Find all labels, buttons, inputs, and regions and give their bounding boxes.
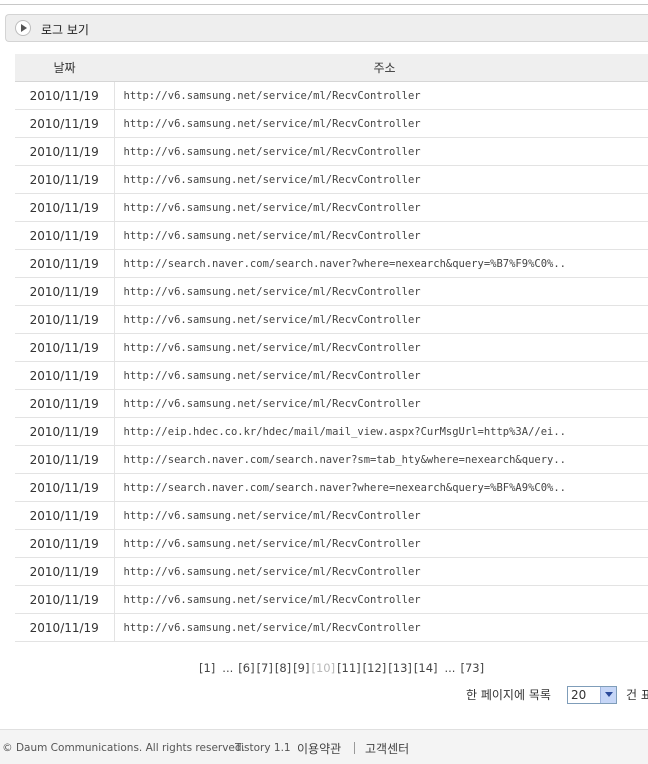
table-row: 2010/11/19 http://search.naver.com/search… [15, 249, 648, 278]
pagination: [1]... [6] [7] [8] [9] [10] [11] [12] [13] [14]..… [199, 661, 486, 675]
page-link[interactable]: [6] [238, 661, 254, 675]
row-url-link[interactable]: http://search.naver.com/search.naver?whe… [114, 249, 648, 278]
row-url-link[interactable]: http://v6.samsung.net/service/ml/RecvCon… [114, 193, 648, 222]
table-row: 2010/11/19 http://v6.samsung.net/service/… [15, 557, 648, 586]
row-url-link[interactable]: http://v6.samsung.net/service/ml/RecvCon… [114, 221, 648, 250]
row-date: 2010/11/19 [15, 249, 115, 278]
row-date: 2010/11/19 [15, 137, 115, 166]
per-page-value: 20 [571, 688, 587, 702]
top-divider [0, 0, 648, 5]
table-row: 2010/11/19 http://search.naver.com/search… [15, 445, 648, 474]
row-date: 2010/11/19 [15, 277, 115, 306]
row-url-link[interactable]: http://v6.samsung.net/service/ml/RecvCon… [114, 557, 648, 586]
row-date: 2010/11/19 [15, 193, 115, 222]
row-date: 2010/11/19 [15, 109, 115, 138]
copyright-text: ht © Daum Communications. All rights res… [0, 742, 245, 754]
log-table-body: 2010/11/19 http://v6.samsung.net/service/… [15, 81, 648, 642]
log-panel-header[interactable]: 로그 보기 [5, 14, 648, 42]
column-header-url: 주소 [114, 54, 648, 82]
page-link[interactable]: [8] [275, 661, 291, 675]
page-link[interactable]: [13] [388, 661, 412, 675]
row-date: 2010/11/19 [15, 501, 115, 530]
table-row: 2010/11/19 http://v6.samsung.net/service/… [15, 277, 648, 306]
row-url-link[interactable]: http://search.naver.com/search.naver?sm=… [114, 445, 648, 474]
page-link[interactable]: [7] [257, 661, 273, 675]
table-row: 2010/11/19 http://v6.samsung.net/service/… [15, 305, 648, 334]
page-link[interactable]: [1] [199, 661, 215, 675]
row-url-link[interactable]: http://v6.samsung.net/service/ml/RecvCon… [114, 585, 648, 614]
version-text: Tistory 1.1 [235, 742, 291, 754]
table-row: 2010/11/19 http://eip.hdec.co.kr/hdec/mai… [15, 417, 648, 446]
log-table: 날짜 주소 2010/11/19 http://v6.samsung.net/se… [15, 54, 648, 642]
footer-divider [354, 742, 355, 754]
page-link[interactable]: [73] [460, 661, 484, 675]
table-row: 2010/11/19 http://v6.samsung.net/service/… [15, 613, 648, 642]
table-row: 2010/11/19 http://v6.samsung.net/service/… [15, 193, 648, 222]
panel-title: 로그 보기 [41, 23, 89, 37]
page-ellipsis: ... [444, 661, 456, 675]
play-icon[interactable] [15, 20, 31, 36]
page-ellipsis: ... [222, 661, 234, 675]
row-date: 2010/11/19 [15, 585, 115, 614]
row-url-link[interactable]: http://v6.samsung.net/service/ml/RecvCon… [114, 137, 648, 166]
page-current: [10] [311, 661, 336, 675]
row-date: 2010/11/19 [15, 221, 115, 250]
row-date: 2010/11/19 [15, 557, 115, 586]
page-link[interactable]: [11] [337, 661, 361, 675]
page-link[interactable]: [12] [363, 661, 387, 675]
table-row: 2010/11/19 http://v6.samsung.net/service/… [15, 361, 648, 390]
page-link[interactable]: [9] [293, 661, 309, 675]
table-row: 2010/11/19 http://search.naver.com/search… [15, 473, 648, 502]
row-date: 2010/11/19 [15, 305, 115, 334]
row-date: 2010/11/19 [15, 445, 115, 474]
row-url-link[interactable]: http://v6.samsung.net/service/ml/RecvCon… [114, 501, 648, 530]
row-date: 2010/11/19 [15, 613, 115, 642]
footer: ht © Daum Communications. All rights res… [0, 729, 648, 764]
row-url-link[interactable]: http://v6.samsung.net/service/ml/RecvCon… [114, 109, 648, 138]
page-link[interactable]: [14] [414, 661, 438, 675]
row-date: 2010/11/19 [15, 165, 115, 194]
table-row: 2010/11/19 http://v6.samsung.net/service/… [15, 389, 648, 418]
row-url-link[interactable]: http://eip.hdec.co.kr/hdec/mail/mail_vie… [114, 417, 648, 446]
row-date: 2010/11/19 [15, 473, 115, 502]
support-link[interactable]: 고객센터 [365, 740, 409, 757]
row-url-link[interactable]: http://v6.samsung.net/service/ml/RecvCon… [114, 613, 648, 642]
row-date: 2010/11/19 [15, 361, 115, 390]
row-url-link[interactable]: http://v6.samsung.net/service/ml/RecvCon… [114, 305, 648, 334]
table-row: 2010/11/19 http://v6.samsung.net/service/… [15, 165, 648, 194]
row-date: 2010/11/19 [15, 333, 115, 362]
table-row: 2010/11/19 http://v6.samsung.net/service/… [15, 501, 648, 530]
row-url-link[interactable]: http://v6.samsung.net/service/ml/RecvCon… [114, 389, 648, 418]
terms-link[interactable]: 이용약관 [297, 740, 341, 757]
row-url-link[interactable]: http://v6.samsung.net/service/ml/RecvCon… [114, 277, 648, 306]
table-header-row: 날짜 주소 [15, 54, 648, 82]
row-date: 2010/11/19 [15, 81, 115, 110]
per-page-select[interactable]: 20 [567, 686, 617, 704]
column-header-date: 날짜 [15, 54, 114, 82]
table-row: 2010/11/19 http://v6.samsung.net/service/… [15, 137, 648, 166]
table-row: 2010/11/19 http://v6.samsung.net/service/… [15, 109, 648, 138]
table-row: 2010/11/19 http://v6.samsung.net/service/… [15, 333, 648, 362]
row-date: 2010/11/19 [15, 389, 115, 418]
row-url-link[interactable]: http://v6.samsung.net/service/ml/RecvCon… [114, 529, 648, 558]
row-date: 2010/11/19 [15, 529, 115, 558]
row-url-link[interactable]: http://search.naver.com/search.naver?whe… [114, 473, 648, 502]
row-url-link[interactable]: http://v6.samsung.net/service/ml/RecvCon… [114, 361, 648, 390]
row-url-link[interactable]: http://v6.samsung.net/service/ml/RecvCon… [114, 81, 648, 110]
chevron-down-icon[interactable] [600, 687, 616, 703]
per-page-unit: 건 표 [626, 688, 648, 702]
table-row: 2010/11/19 http://v6.samsung.net/service/… [15, 81, 648, 110]
table-row: 2010/11/19 http://v6.samsung.net/service/… [15, 221, 648, 250]
row-date: 2010/11/19 [15, 417, 115, 446]
table-row: 2010/11/19 http://v6.samsung.net/service/… [15, 529, 648, 558]
table-row: 2010/11/19 http://v6.samsung.net/service/… [15, 585, 648, 614]
row-url-link[interactable]: http://v6.samsung.net/service/ml/RecvCon… [114, 165, 648, 194]
per-page-label: 한 페이지에 목록 [466, 688, 551, 702]
row-url-link[interactable]: http://v6.samsung.net/service/ml/RecvCon… [114, 333, 648, 362]
